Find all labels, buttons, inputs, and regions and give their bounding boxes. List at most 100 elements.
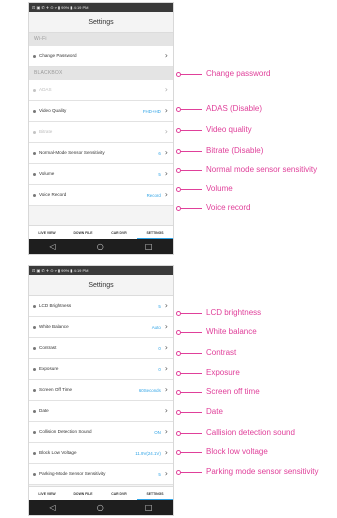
chevron-right-icon: › (164, 148, 168, 157)
callout-line (178, 130, 202, 131)
bullet-icon (33, 109, 36, 113)
tab-settings[interactable]: SETTINGS (137, 487, 173, 500)
phone-screen-settings-2: ⊡ ▣ ✆ ✈ ⊙ ▿ ▮ 99% ▮ 4:19 PM Settings LCD… (28, 265, 174, 516)
chevron-right-icon: › (164, 169, 168, 178)
tab-down-file[interactable]: DOWN FILE (65, 487, 101, 500)
chevron-right-icon: › (164, 322, 168, 331)
callout-line (178, 433, 202, 434)
setting-row-screen-off-time[interactable]: Screen Off Time 60Seconds › (29, 380, 173, 401)
annotation-label: Voice record (206, 203, 251, 212)
chevron-right-icon: › (164, 448, 168, 457)
annotation-label: White balance (206, 327, 257, 336)
setting-row-video-quality[interactable]: Video Quality FHD+HD › (29, 101, 173, 122)
back-icon[interactable]: ◁ (50, 242, 56, 251)
annotation-label: Block low voltage (206, 447, 268, 456)
setting-row-lcd-brightness[interactable]: LCD Brightness 5 › (29, 296, 173, 317)
tab-car-dvr[interactable]: CAR DVR (101, 226, 137, 239)
setting-value: ON (154, 429, 161, 435)
home-icon[interactable]: ○ (97, 242, 104, 251)
setting-row-block-low-voltage[interactable]: Block Low Voltage 11.9V(24.1V) › (29, 443, 173, 464)
bottom-tab-bar: LIVE VIEW DOWN FILE CAR DVR SETTINGS (29, 225, 173, 239)
bullet-icon (33, 325, 36, 329)
setting-row-collision-sound[interactable]: Collision Detection Sound ON › (29, 422, 173, 443)
annotation-label: Bitrate (Disable) (206, 146, 264, 155)
setting-row-volume[interactable]: Volume 5 › (29, 164, 173, 185)
bullet-icon (33, 451, 36, 455)
callout-line (178, 392, 202, 393)
setting-row-bitrate: Bitrate › (29, 122, 173, 143)
chevron-right-icon: › (164, 427, 168, 436)
android-nav-bar: ◁ ○ □ (29, 239, 173, 254)
callout-dot-icon (176, 410, 181, 415)
setting-label: Screen Off Time (39, 387, 73, 393)
setting-value: 11.9V(24.1V) (135, 450, 161, 456)
annotation-label: ADAS (Disable) (206, 104, 263, 113)
callout-line (178, 332, 202, 333)
bullet-icon (33, 151, 36, 155)
callout-dot-icon (176, 72, 181, 77)
android-nav-bar: ◁ ○ □ (29, 500, 173, 515)
annotation-label: Parking mode sensor sensitivity (206, 467, 319, 476)
chevron-right-icon: › (164, 406, 168, 415)
recents-icon[interactable]: □ (145, 503, 153, 512)
setting-row-exposure[interactable]: Exposure 0 › (29, 359, 173, 380)
page-title: Settings (88, 282, 114, 289)
callout-dot-icon (176, 351, 181, 356)
callout-line (178, 373, 202, 374)
bullet-icon (33, 130, 36, 134)
home-icon[interactable]: ○ (97, 503, 104, 512)
setting-label: Collision Detection Sound (39, 429, 92, 435)
setting-label: Exposure (39, 366, 59, 372)
callout-line (178, 313, 202, 314)
annotation-label: Exposure (206, 368, 240, 377)
annotation-label: Change password (206, 69, 271, 78)
callout-dot-icon (176, 431, 181, 436)
setting-row-voice-record[interactable]: Voice Record Record › (29, 185, 173, 206)
chevron-right-icon: › (164, 106, 168, 115)
tab-down-file[interactable]: DOWN FILE (65, 226, 101, 239)
setting-row-change-password[interactable]: Change Password › (29, 46, 173, 67)
callout-line (178, 452, 202, 453)
status-text: ⊡ ▣ ✆ ✈ ⊙ ▿ ▮ 99% ▮ 4:19 PM (32, 268, 89, 273)
annotation-label: Date (206, 407, 223, 416)
callout-dot-icon (176, 107, 181, 112)
tab-car-dvr[interactable]: CAR DVR (101, 487, 137, 500)
tab-live-view[interactable]: LIVE VIEW (29, 226, 65, 239)
section-header-blackbox: BLACKBOX (29, 67, 173, 80)
setting-row-parking-mode-sensitivity[interactable]: Parking-Mode Sensor Sensitivity 5 › (29, 464, 173, 485)
app-bar: Settings (29, 275, 173, 296)
callout-dot-icon (176, 311, 181, 316)
setting-label: Video Quality (39, 108, 67, 114)
callout-line (178, 109, 202, 110)
bullet-icon (33, 172, 36, 176)
setting-label: Block Low Voltage (39, 450, 77, 456)
chevron-right-icon: › (164, 85, 168, 94)
setting-row-white-balance[interactable]: White Balance Auto › (29, 317, 173, 338)
tab-settings[interactable]: SETTINGS (137, 226, 173, 239)
annotation-label: Normal mode sensor sensitivity (206, 165, 318, 174)
setting-value: 5 (158, 303, 161, 309)
chevron-right-icon: › (164, 190, 168, 199)
setting-value: FHD+HD (142, 108, 161, 114)
recents-icon[interactable]: □ (145, 242, 153, 251)
setting-row-date[interactable]: Date › (29, 401, 173, 422)
setting-row-contrast[interactable]: Contrast 0 › (29, 338, 173, 359)
bullet-icon (33, 88, 36, 92)
annotation-label: LCD brightness (206, 308, 262, 317)
chevron-right-icon: › (164, 301, 168, 310)
setting-row-normal-mode-sensitivity[interactable]: Normal-Mode Sensor Sensitivity 6 › (29, 143, 173, 164)
setting-value: 5 (158, 171, 161, 177)
back-icon[interactable]: ◁ (50, 503, 56, 512)
chevron-right-icon: › (164, 127, 168, 136)
annotation-label: Contrast (206, 348, 237, 357)
setting-label: Date (39, 408, 49, 414)
chevron-right-icon: › (164, 364, 168, 373)
bullet-icon (33, 304, 36, 308)
setting-label: Contrast (39, 345, 57, 351)
setting-label: Volume (39, 171, 55, 177)
annotation-label: Volume (206, 184, 233, 193)
tab-live-view[interactable]: LIVE VIEW (29, 487, 65, 500)
chevron-right-icon: › (164, 51, 168, 60)
setting-label: Bitrate (39, 129, 53, 135)
annotation-label: Screen off time (206, 387, 260, 396)
